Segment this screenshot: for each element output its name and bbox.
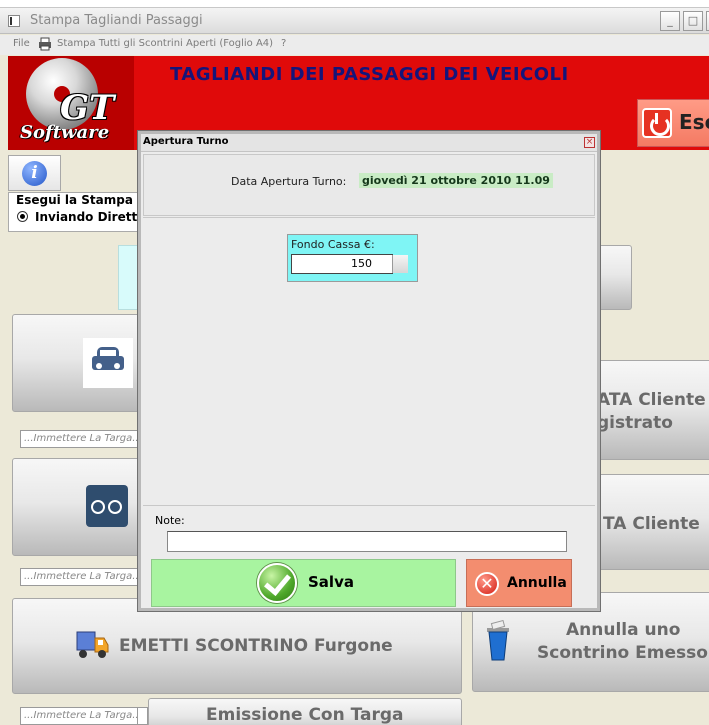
info-button[interactable]: i — [8, 155, 61, 191]
targa-input-1[interactable]: ...Immettere La Targa... — [20, 430, 138, 448]
window-title: Stampa Tagliandi Passaggi — [30, 13, 203, 28]
top-right-button[interactable] — [598, 245, 632, 310]
window-titlebar: Stampa Tagliandi Passaggi _ □ × — [0, 8, 709, 34]
menu-print-all[interactable]: Stampa Tutti gli Scontrini Aperti (Fogli… — [57, 38, 273, 49]
print-direct-radio[interactable] — [17, 211, 28, 222]
exit-label: Esc — [679, 110, 709, 134]
emetti-furgone-label: EMETTI SCONTRINO Furgone — [119, 636, 393, 656]
targa-input-2[interactable]: ...Immettere La Targa... — [20, 568, 138, 586]
save-button[interactable]: Salva — [151, 559, 456, 607]
apertura-turno-dialog: Apertura Turno × Data Apertura Turno: gi… — [138, 131, 600, 611]
checkmark-icon — [257, 563, 297, 603]
exit-button[interactable]: Esc — [637, 99, 709, 147]
banner-title: TAGLIANDI DEI PASSAGGI DEI VEICOLI — [170, 64, 569, 85]
save-label: Salva — [308, 573, 354, 591]
menu-bar: File Stampa Tutti gli Scontrini Aperti (… — [0, 35, 709, 55]
dialog-close-button[interactable]: × — [584, 137, 595, 148]
opening-date-label: Data Apertura Turno: — [231, 175, 347, 188]
fondo-cassa-spinner[interactable] — [392, 255, 408, 273]
cliente-registrato-label-2: gistrato — [597, 413, 673, 433]
cliente-registrato-label-1: ATA Cliente — [597, 390, 706, 410]
cancel-label: Annulla — [507, 575, 567, 591]
print-options-title: Esegui la Stampa d — [16, 193, 146, 207]
fondo-cassa-input[interactable]: 150 — [291, 254, 393, 274]
trash-bin-icon — [487, 620, 509, 661]
printer-icon — [39, 37, 51, 51]
menu-file[interactable]: File — [13, 38, 30, 49]
dialog-title: Apertura Turno — [143, 136, 229, 147]
cancel-button[interactable]: ✕ Annulla — [466, 559, 572, 607]
menu-help[interactable]: ? — [281, 38, 286, 49]
dialog-titlebar: Apertura Turno × — [141, 134, 597, 152]
opening-date-value: giovedì 21 ottobre 2010 11.09 — [359, 173, 553, 188]
note-input[interactable] — [167, 531, 567, 552]
print-direct-label: Inviando Dirett — [35, 210, 138, 224]
cancel-x-icon: ✕ — [475, 572, 499, 596]
divider — [143, 217, 595, 218]
logo-software-text: Software — [20, 122, 110, 143]
minimize-button[interactable]: _ — [660, 11, 680, 31]
targa-input-3[interactable]: ...Immettere La Targa... — [20, 707, 138, 725]
info-icon: i — [22, 161, 47, 186]
maximize-button[interactable]: □ — [683, 11, 703, 31]
fondo-cassa-label: Fondo Cassa €: — [291, 238, 375, 251]
top-strip — [0, 0, 709, 8]
cliente-label: TA Cliente — [603, 514, 700, 534]
emissione-targa-label: Emissione Con Targa — [206, 705, 404, 725]
annulla-scontrino-label-2: Scontrino Emesso — [537, 643, 708, 663]
window-app-icon[interactable] — [8, 15, 20, 27]
note-label: Note: — [155, 514, 185, 527]
truck-icon — [76, 631, 109, 658]
annulla-scontrino-label-1: Annulla uno — [566, 620, 681, 640]
divider — [143, 505, 595, 506]
power-icon — [642, 108, 672, 138]
cliente-registrato-button[interactable] — [598, 360, 709, 460]
